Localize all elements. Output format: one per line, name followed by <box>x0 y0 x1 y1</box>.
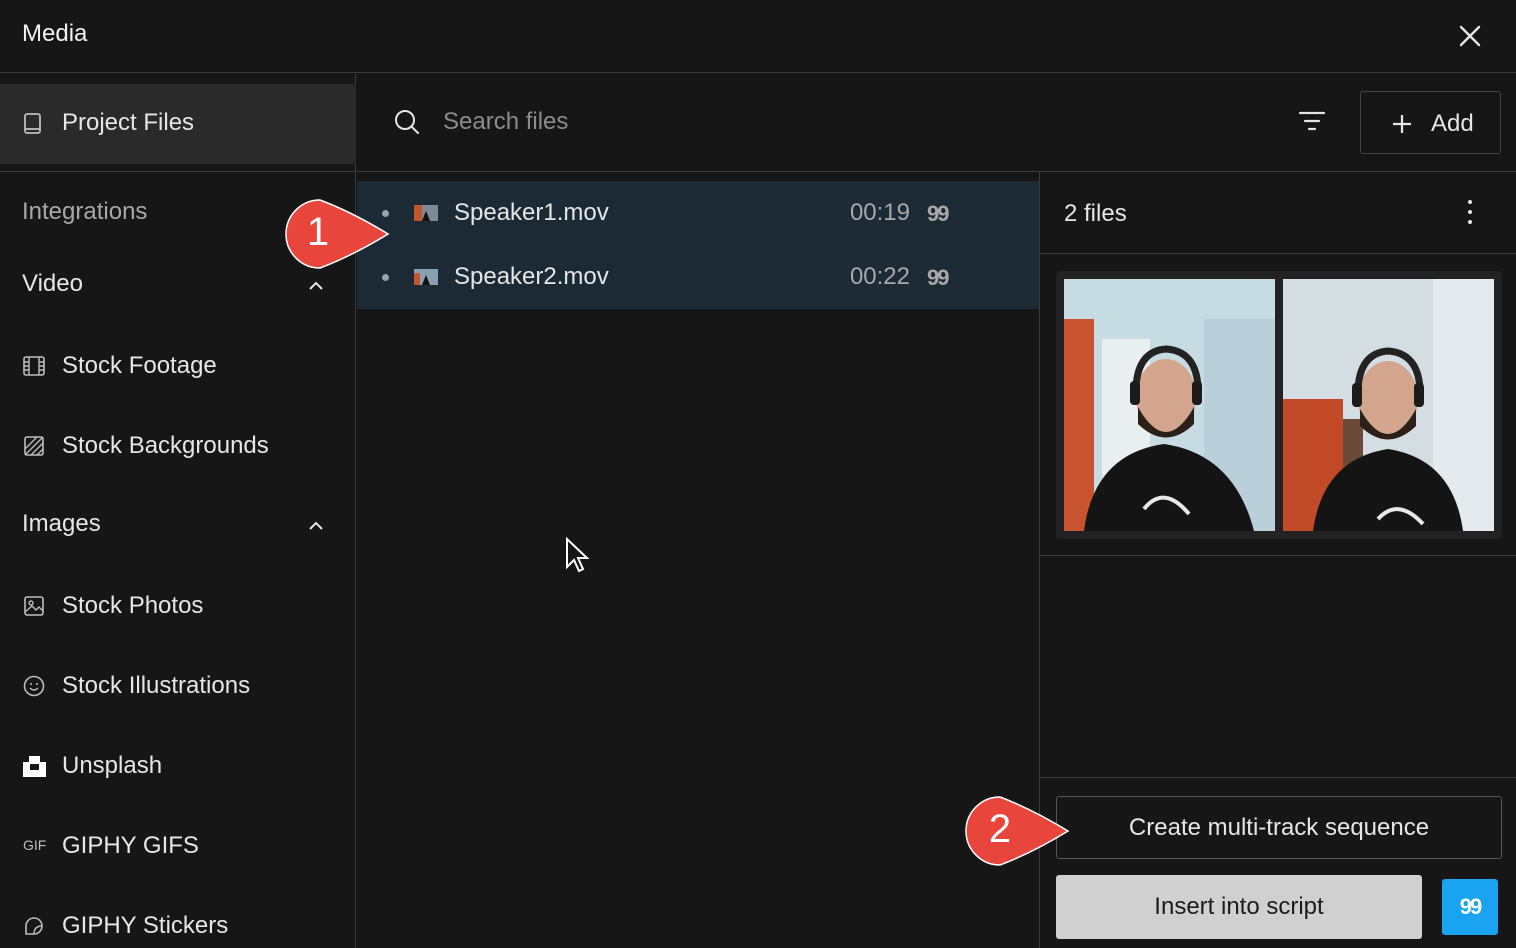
file-name: Speaker2.mov <box>454 263 609 290</box>
smiley-icon <box>23 675 45 697</box>
images-section-heading[interactable]: Images <box>22 510 101 538</box>
video-preview-thumbnail <box>1064 279 1275 531</box>
sidebar-item-label: Stock Backgrounds <box>62 432 269 459</box>
divider <box>0 171 356 172</box>
video-section-heading[interactable]: Video <box>22 270 83 298</box>
file-row[interactable]: Speaker2.mov 00:22 99 <box>357 245 1039 309</box>
gif-icon: GIF <box>23 837 47 853</box>
image-icon <box>24 596 44 616</box>
file-row[interactable]: Speaker1.mov 00:19 99 <box>357 181 1039 245</box>
unsplash-icon <box>23 756 46 777</box>
more-options-icon[interactable] <box>1460 198 1480 228</box>
integrations-heading: Integrations <box>22 198 148 225</box>
background-icon <box>24 436 44 456</box>
sidebar-item-stock-backgrounds[interactable]: Stock Backgrounds <box>0 414 356 474</box>
search-icon <box>395 110 419 134</box>
sidebar-item-project-files[interactable]: Project Files <box>0 84 356 164</box>
sidebar-item-label: GIPHY GIFS <box>62 832 199 859</box>
chevron-up-icon[interactable] <box>304 274 328 298</box>
video-thumbnail-icon <box>414 269 438 285</box>
sidebar-item-label: Unsplash <box>62 752 163 779</box>
create-multitrack-sequence-button[interactable]: Create multi-track sequence <box>1056 796 1502 859</box>
callout-marker: 2 <box>956 793 1076 873</box>
quote-icon[interactable]: 99 <box>927 201 950 227</box>
file-count: 2 files <box>1064 200 1127 227</box>
selection-header: 2 files <box>1040 172 1516 254</box>
quote-button[interactable]: 99 <box>1442 879 1498 935</box>
callout-marker: 1 <box>276 196 396 276</box>
add-label: Add <box>1431 110 1474 137</box>
window-title: Media <box>22 20 88 47</box>
video-thumbnail-icon <box>414 205 438 221</box>
callout-number: 2 <box>988 807 1012 851</box>
sticker-icon <box>25 917 43 935</box>
sidebar-item-label: Stock Illustrations <box>62 672 251 699</box>
chevron-up-icon[interactable] <box>304 514 328 538</box>
sidebar-item-label: GIPHY Stickers <box>62 912 229 939</box>
filter-icon[interactable] <box>1297 108 1327 136</box>
sidebar-item-stock-photos[interactable]: Stock Photos <box>0 574 356 634</box>
sidebar-item-giphy-gifs[interactable]: GIF GIPHY GIFS <box>0 814 356 874</box>
mouse-cursor-icon <box>566 537 590 573</box>
sidebar-item-giphy-stickers[interactable]: GIPHY Stickers <box>0 894 356 948</box>
sidebar-item-label: Stock Photos <box>62 592 204 619</box>
sidebar-item-stock-footage[interactable]: Stock Footage <box>0 334 356 394</box>
file-duration: 00:19 <box>849 199 910 226</box>
divider <box>1040 555 1516 556</box>
file-name: Speaker1.mov <box>454 199 609 226</box>
divider <box>1040 777 1516 778</box>
quote-icon[interactable]: 99 <box>927 265 950 291</box>
insert-into-script-button[interactable]: Insert into script <box>1056 875 1422 939</box>
search-bar: Add <box>357 74 1516 172</box>
close-icon[interactable] <box>1452 18 1488 54</box>
file-icon <box>24 113 41 134</box>
sidebar-item-label: Project Files <box>62 109 195 136</box>
sidebar-item-stock-illustrations[interactable]: Stock Illustrations <box>0 654 356 714</box>
callout-number: 1 <box>306 210 330 254</box>
preview-panel <box>1056 271 1502 539</box>
add-button[interactable]: Add <box>1360 91 1501 154</box>
file-duration: 00:22 <box>849 263 910 290</box>
sidebar-item-unsplash[interactable]: Unsplash <box>0 734 356 794</box>
film-icon <box>23 356 45 376</box>
title-bar: Media <box>0 0 1516 73</box>
plus-icon <box>1393 115 1411 133</box>
file-list: Speaker1.mov 00:19 99 Speaker2.mov 00:22… <box>357 181 1039 309</box>
search-input[interactable] <box>443 104 1143 140</box>
video-preview-thumbnail <box>1283 279 1494 531</box>
sidebar-item-label: Stock Footage <box>62 352 217 379</box>
